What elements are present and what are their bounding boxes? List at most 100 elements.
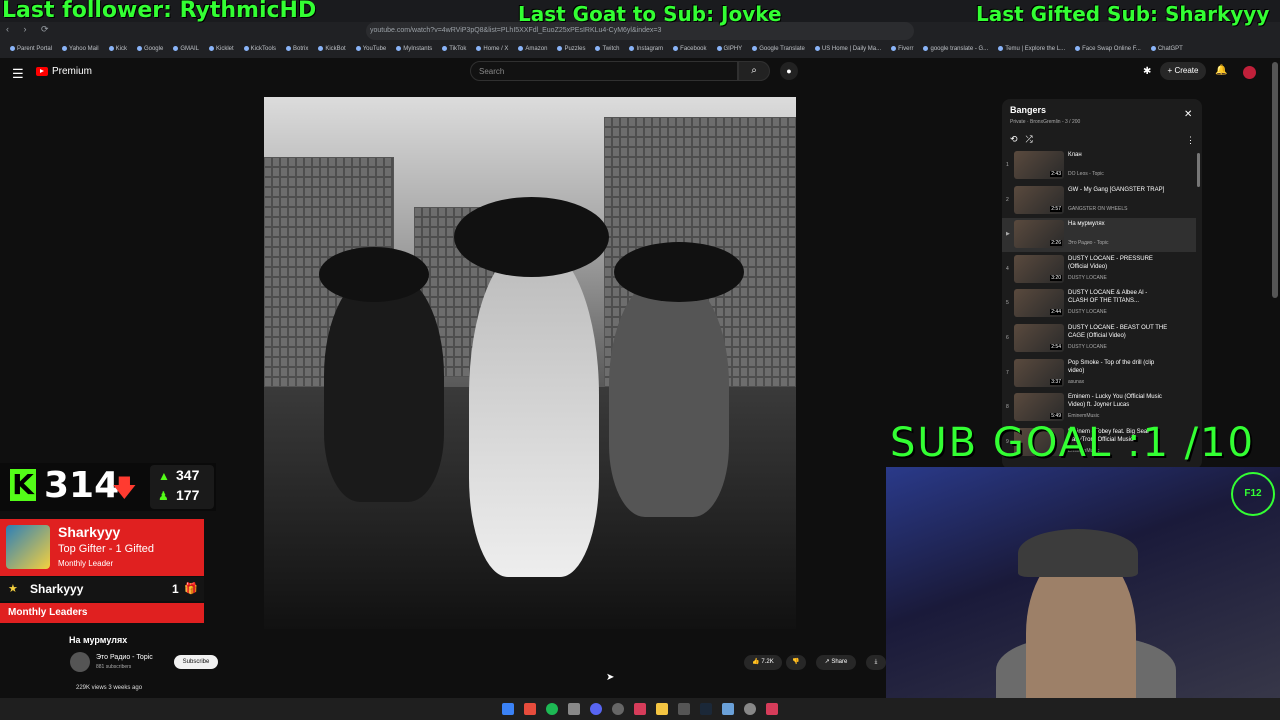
playlist-item-title[interactable]: GW - My Gang [GANGSTER TRAP]	[1068, 186, 1168, 194]
playlist-thumbnail[interactable]: 5:49	[1014, 393, 1064, 422]
playlist-thumbnail[interactable]: 2:57	[1014, 185, 1064, 214]
playlist-item[interactable]: 6 2:54 DUSTY LOCANE - BEAST OUT THE CAGE (…	[1002, 322, 1196, 356]
bookmark-item[interactable]: Facebook	[673, 46, 707, 52]
windows-start-icon[interactable]	[502, 703, 514, 715]
bookmark-item[interactable]: Temu | Explore the L...	[998, 46, 1065, 52]
playlist-item-title[interactable]: На мурмулях	[1068, 220, 1168, 228]
browser-nav[interactable]: ‹ › ⟳	[6, 24, 55, 35]
bookmark-icon	[208, 46, 214, 51]
bookmark-item[interactable]: Yahoo Mail	[62, 46, 99, 52]
bookmark-icon	[1075, 46, 1081, 51]
playlist-item-title[interactable]: Eminem - Lucky You (Official Music Video…	[1068, 393, 1168, 409]
playlist-item[interactable]: 4 3:20 DUSTY LOCANE - PRESSURE (Official V…	[1002, 253, 1196, 287]
bookmark-item[interactable]: MyInstants	[396, 46, 432, 52]
create-button[interactable]: + Create	[1160, 62, 1206, 80]
photos-icon[interactable]	[722, 703, 734, 715]
bookmark-label: Google Translate	[759, 45, 805, 52]
bookmark-icon	[318, 46, 324, 51]
kick-down: 177	[176, 487, 200, 503]
microphone-icon[interactable]: ●	[780, 62, 798, 80]
playlist-duration: 5:49	[1050, 413, 1062, 420]
channel-name[interactable]: Это Радио - Topic	[96, 654, 153, 661]
bookmark-item[interactable]: Puzzles	[557, 46, 585, 52]
bookmark-item[interactable]: Google	[136, 46, 163, 52]
last-goat-overlay: Last Goat to Sub: Jovke	[518, 2, 782, 26]
pin-icon[interactable]	[634, 703, 646, 715]
playlist-item[interactable]: 2 2:57 GW - My Gang [GANGSTER TRAP] GANGSTE…	[1002, 184, 1196, 218]
bookmark-item[interactable]: GMAIL	[173, 46, 199, 52]
bookmark-item[interactable]: ChatGPT	[1150, 46, 1183, 52]
bookmark-item[interactable]: TikTok	[442, 46, 466, 52]
bookmark-item[interactable]: Home / X	[476, 46, 508, 52]
youtube-logo[interactable]: Premium	[36, 66, 92, 77]
like-button[interactable]: 👍 7.2K	[744, 655, 782, 670]
bookmark-item[interactable]: Parent Portal	[10, 46, 52, 52]
subscribe-button[interactable]: Subscribe	[174, 655, 218, 669]
playlist-item[interactable]: 5 2:44 DUSTY LOCANE & Albee Al - CLASH OF …	[1002, 287, 1196, 321]
obs-icon[interactable]	[612, 703, 624, 715]
steam-icon[interactable]	[700, 703, 712, 715]
search-icon[interactable]: ⌕	[738, 61, 770, 81]
playlist-item[interactable]: ▶ 2:26 На мурмулях Это Радио - Topic	[1002, 218, 1196, 253]
gifter-line1: Top Gifter - 1 Gifted	[58, 543, 154, 555]
dislike-icon[interactable]: 👎	[786, 655, 806, 670]
bookmark-item[interactable]: US Home | Daily Ma...	[814, 46, 881, 52]
playlist-item-title[interactable]: Клан	[1068, 151, 1168, 159]
playlist-item-title[interactable]: DUSTY LOCANE - BEAST OUT THE CAGE (Offic…	[1068, 324, 1168, 340]
app-icon-2[interactable]	[678, 703, 690, 715]
bookmark-item[interactable]: KickTools	[243, 46, 276, 52]
notifications-icon[interactable]: 🔔	[1215, 65, 1227, 76]
bookmark-item[interactable]: GIPHY	[716, 46, 742, 52]
bookmark-icon	[595, 46, 601, 51]
avatar[interactable]	[1243, 66, 1256, 79]
playlist-item-title[interactable]: Pop Smoke - Top of the drill (clip video…	[1068, 359, 1168, 375]
bookmark-item[interactable]: Google Translate	[752, 46, 805, 52]
share-button[interactable]: ↗ Share	[816, 655, 856, 670]
download-icon[interactable]: ⤓	[866, 655, 886, 670]
settings-icon[interactable]	[744, 703, 756, 715]
more-icon[interactable]: ⋮	[1186, 135, 1195, 146]
bookmark-item[interactable]: Kicklet	[208, 46, 234, 52]
search-input[interactable]: Search	[470, 61, 738, 81]
playlist-item-channel: DO Leos - Topic	[1068, 171, 1104, 177]
playlist-thumbnail[interactable]: 3:20	[1014, 254, 1064, 283]
playlist-item-title[interactable]: DUSTY LOCANE - PRESSURE (Official Video)	[1068, 255, 1168, 271]
bookmark-icon	[629, 46, 635, 51]
bookmark-item[interactable]: Fiverr	[891, 46, 913, 52]
pin-icon-2[interactable]	[766, 703, 778, 715]
close-icon[interactable]: ✕	[1184, 109, 1192, 120]
spotify-icon[interactable]	[546, 703, 558, 715]
address-url[interactable]: youtube.com/watch?v=4wRViP3pQ8&list=PLhI…	[370, 24, 910, 38]
folder-icon[interactable]	[656, 703, 668, 715]
browser-icon[interactable]	[524, 703, 536, 715]
playlist-item[interactable]: 7 3:37 Pop Smoke - Top of the drill (clip …	[1002, 357, 1196, 391]
playlist-controls[interactable]: ⟲⤮	[1010, 134, 1041, 145]
monthly-leaders-banner: Monthly Leaders	[0, 603, 204, 623]
playlist-scrollbar[interactable]	[1197, 153, 1200, 187]
playlist-thumbnail[interactable]: 2:54	[1014, 324, 1064, 352]
bookmark-item[interactable]: google translate - G...	[923, 46, 988, 52]
playlist-item[interactable]: 1 2:43 Клан DO Leos - Topic	[1002, 149, 1196, 183]
bookmark-item[interactable]: Kick	[108, 46, 127, 52]
channel-avatar[interactable]	[70, 652, 90, 672]
bookmark-item[interactable]: KickBot	[318, 46, 346, 52]
cast-icon[interactable]: ✱	[1143, 66, 1151, 77]
bookmark-item[interactable]: Amazon	[518, 46, 547, 52]
bookmark-icon	[891, 46, 897, 51]
video-player[interactable]	[264, 97, 796, 629]
page-scrollbar[interactable]	[1272, 62, 1278, 298]
bookmark-item[interactable]: YouTube	[355, 46, 386, 52]
menu-icon[interactable]: ☰	[12, 66, 24, 82]
playlist-thumbnail[interactable]: 2:43	[1014, 151, 1064, 179]
playlist-item-title[interactable]: DUSTY LOCANE & Albee Al - CLASH OF THE T…	[1068, 289, 1168, 305]
bookmark-item[interactable]: Face Swap Online F...	[1075, 46, 1141, 52]
discord-icon[interactable]	[590, 703, 602, 715]
bookmark-item[interactable]: Botrix	[286, 46, 308, 52]
bookmark-icon	[752, 46, 758, 51]
playlist-thumbnail[interactable]: 2:26	[1014, 220, 1064, 249]
bookmark-item[interactable]: Twitch	[595, 46, 619, 52]
playlist-thumbnail[interactable]: 2:44	[1014, 289, 1064, 318]
bookmark-item[interactable]: Instagram	[629, 46, 663, 52]
app-icon[interactable]	[568, 703, 580, 715]
playlist-thumbnail[interactable]: 3:37	[1014, 358, 1064, 387]
